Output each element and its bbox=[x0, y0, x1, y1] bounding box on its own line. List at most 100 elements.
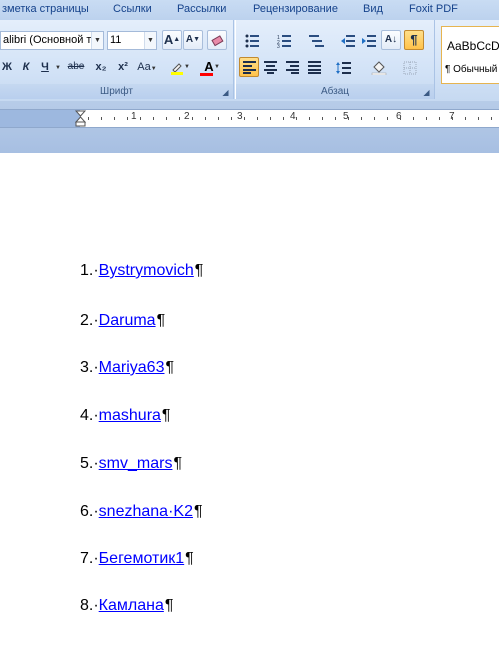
ruler-tick bbox=[179, 117, 180, 120]
increase-indent-button[interactable] bbox=[358, 30, 378, 50]
list-number: 1. bbox=[80, 262, 94, 279]
align-left-button[interactable] bbox=[239, 57, 259, 77]
paragraph-mark: ¶ bbox=[156, 312, 166, 329]
list-item: 2.·Daruma¶ bbox=[80, 312, 165, 330]
bullet-list-icon bbox=[245, 34, 259, 48]
user-link[interactable]: Бегемотик1 bbox=[99, 550, 185, 567]
clear-formatting-button[interactable] bbox=[207, 30, 227, 50]
paragraph-mark: ¶ bbox=[194, 262, 204, 279]
paragraph-group-label: Абзац bbox=[236, 84, 434, 99]
bold-button[interactable]: Ж bbox=[0, 57, 17, 77]
user-link[interactable]: mashura bbox=[99, 407, 161, 424]
tab-references[interactable]: Ссылки bbox=[113, 3, 152, 15]
tab-page-layout[interactable]: зметка страницы bbox=[2, 3, 89, 15]
highlighter-icon bbox=[171, 63, 183, 75]
multilevel-list-icon bbox=[309, 35, 324, 47]
list-item: 1.·Bystrymovich¶ bbox=[80, 262, 203, 280]
font-size-combo[interactable]: 11 ▼ bbox=[107, 31, 157, 50]
ruler-tick bbox=[361, 117, 362, 120]
sort-button[interactable]: A↓ bbox=[381, 30, 401, 50]
horizontal-ruler[interactable]: 1 2 3 4 5 6 7 bbox=[0, 109, 499, 128]
borders-icon bbox=[403, 61, 417, 75]
numbered-list-icon: 123 bbox=[277, 35, 291, 48]
ruler-tick bbox=[426, 117, 427, 120]
grow-font-icon: A bbox=[163, 32, 174, 47]
font-size-value: 11 bbox=[110, 34, 122, 46]
user-link[interactable]: Mariya63 bbox=[99, 359, 165, 376]
tab-foxit-pdf[interactable]: Foxit PDF bbox=[409, 3, 458, 15]
document-page[interactable]: 1.·Bystrymovich¶ 2.·Daruma¶ 3.·Mariya63¶… bbox=[0, 153, 499, 662]
numbering-button[interactable]: 123 bbox=[273, 30, 299, 50]
chevron-down-icon: ▼ bbox=[214, 64, 220, 70]
chevron-down-icon[interactable]: ▼ bbox=[55, 65, 61, 71]
indent-marker-icon[interactable] bbox=[75, 110, 86, 127]
decrease-indent-button[interactable] bbox=[337, 30, 357, 50]
underline-icon: Ч bbox=[41, 61, 49, 73]
font-dialog-launcher-icon[interactable]: ◢ bbox=[221, 88, 230, 97]
list-item: 3.·Mariya63¶ bbox=[80, 359, 174, 377]
paragraph-mark: ¶ bbox=[173, 455, 183, 472]
bullets-button[interactable] bbox=[241, 30, 267, 50]
subscript-button[interactable]: x₂ bbox=[91, 57, 111, 77]
list-number: 2. bbox=[80, 312, 94, 329]
ruler-tick bbox=[348, 117, 349, 120]
svg-text:3: 3 bbox=[277, 44, 280, 48]
superscript-button[interactable]: x² bbox=[113, 57, 133, 77]
align-center-icon bbox=[264, 61, 277, 74]
ruler-tick bbox=[335, 117, 336, 120]
user-link[interactable]: Daruma bbox=[99, 312, 156, 329]
user-link[interactable]: smv_mars bbox=[99, 455, 173, 472]
sort-icon: A↓ bbox=[384, 34, 398, 45]
paragraph-dialog-launcher-icon[interactable]: ◢ bbox=[422, 88, 431, 97]
ruler-tick bbox=[166, 117, 167, 120]
align-center-button[interactable] bbox=[260, 57, 280, 77]
ruler-tick bbox=[140, 117, 141, 120]
ruler-number: 4 bbox=[290, 111, 296, 122]
pilcrow-icon: ¶ bbox=[410, 32, 418, 47]
ruler-tick bbox=[270, 117, 271, 120]
italic-button[interactable]: К bbox=[16, 57, 36, 77]
ruler-tick bbox=[88, 117, 89, 120]
strikethrough-icon: abe bbox=[67, 61, 85, 72]
ribbon: alibri (Основной те ▼ 11 ▼ A▲ A▼ Ж К Ч ▼… bbox=[0, 20, 499, 101]
user-link[interactable]: Камлана bbox=[99, 597, 164, 614]
list-item: 6.·snezhana·K2¶ bbox=[80, 503, 203, 521]
ruler-tick bbox=[309, 117, 310, 120]
borders-button[interactable] bbox=[399, 57, 427, 77]
line-spacing-button[interactable] bbox=[332, 57, 360, 77]
show-formatting-marks-button[interactable]: ¶ bbox=[404, 30, 424, 50]
list-item: 8.·Камлана¶ bbox=[80, 597, 173, 615]
multilevel-list-button[interactable] bbox=[305, 30, 331, 50]
decrease-indent-icon bbox=[341, 35, 355, 47]
justify-button[interactable] bbox=[304, 57, 324, 77]
underline-button[interactable]: Ч bbox=[35, 57, 55, 77]
ruler-tick bbox=[491, 117, 492, 120]
strikethrough-button[interactable]: abe bbox=[63, 57, 89, 77]
highlight-button[interactable]: ▼ bbox=[166, 57, 192, 77]
list-number: 5. bbox=[80, 455, 94, 472]
font-color-button[interactable]: A ▼ bbox=[196, 57, 222, 77]
eraser-icon bbox=[211, 35, 224, 47]
chevron-down-icon[interactable]: ▼ bbox=[144, 32, 156, 49]
style-normal-tile[interactable]: AaBbCcD ¶ Обычный bbox=[441, 26, 499, 84]
shrink-font-button[interactable]: A▼ bbox=[183, 30, 203, 50]
change-case-button[interactable]: Aa▼ bbox=[136, 57, 158, 77]
grow-font-button[interactable]: A▲ bbox=[162, 30, 182, 50]
tab-view[interactable]: Вид bbox=[363, 3, 383, 15]
ruler-tick bbox=[465, 117, 466, 120]
font-color-icon: A bbox=[204, 59, 214, 74]
chevron-down-icon: ▼ bbox=[150, 66, 157, 72]
user-link[interactable]: snezhana·K2 bbox=[99, 503, 193, 520]
shading-button[interactable] bbox=[367, 57, 395, 77]
tab-review[interactable]: Рецензирование bbox=[253, 3, 338, 15]
ruler-tick bbox=[205, 117, 206, 120]
align-right-button[interactable] bbox=[282, 57, 302, 77]
chevron-down-icon[interactable]: ▼ bbox=[91, 32, 103, 49]
tab-mailings[interactable]: Рассылки bbox=[177, 3, 226, 15]
ruler-tick bbox=[452, 117, 453, 120]
style-sample-text: AaBbCcD bbox=[447, 39, 499, 53]
user-link[interactable]: Bystrymovich bbox=[99, 262, 194, 279]
ruler-tick bbox=[478, 117, 479, 120]
ruler-tick bbox=[114, 117, 115, 120]
font-name-combo[interactable]: alibri (Основной те ▼ bbox=[0, 31, 104, 50]
